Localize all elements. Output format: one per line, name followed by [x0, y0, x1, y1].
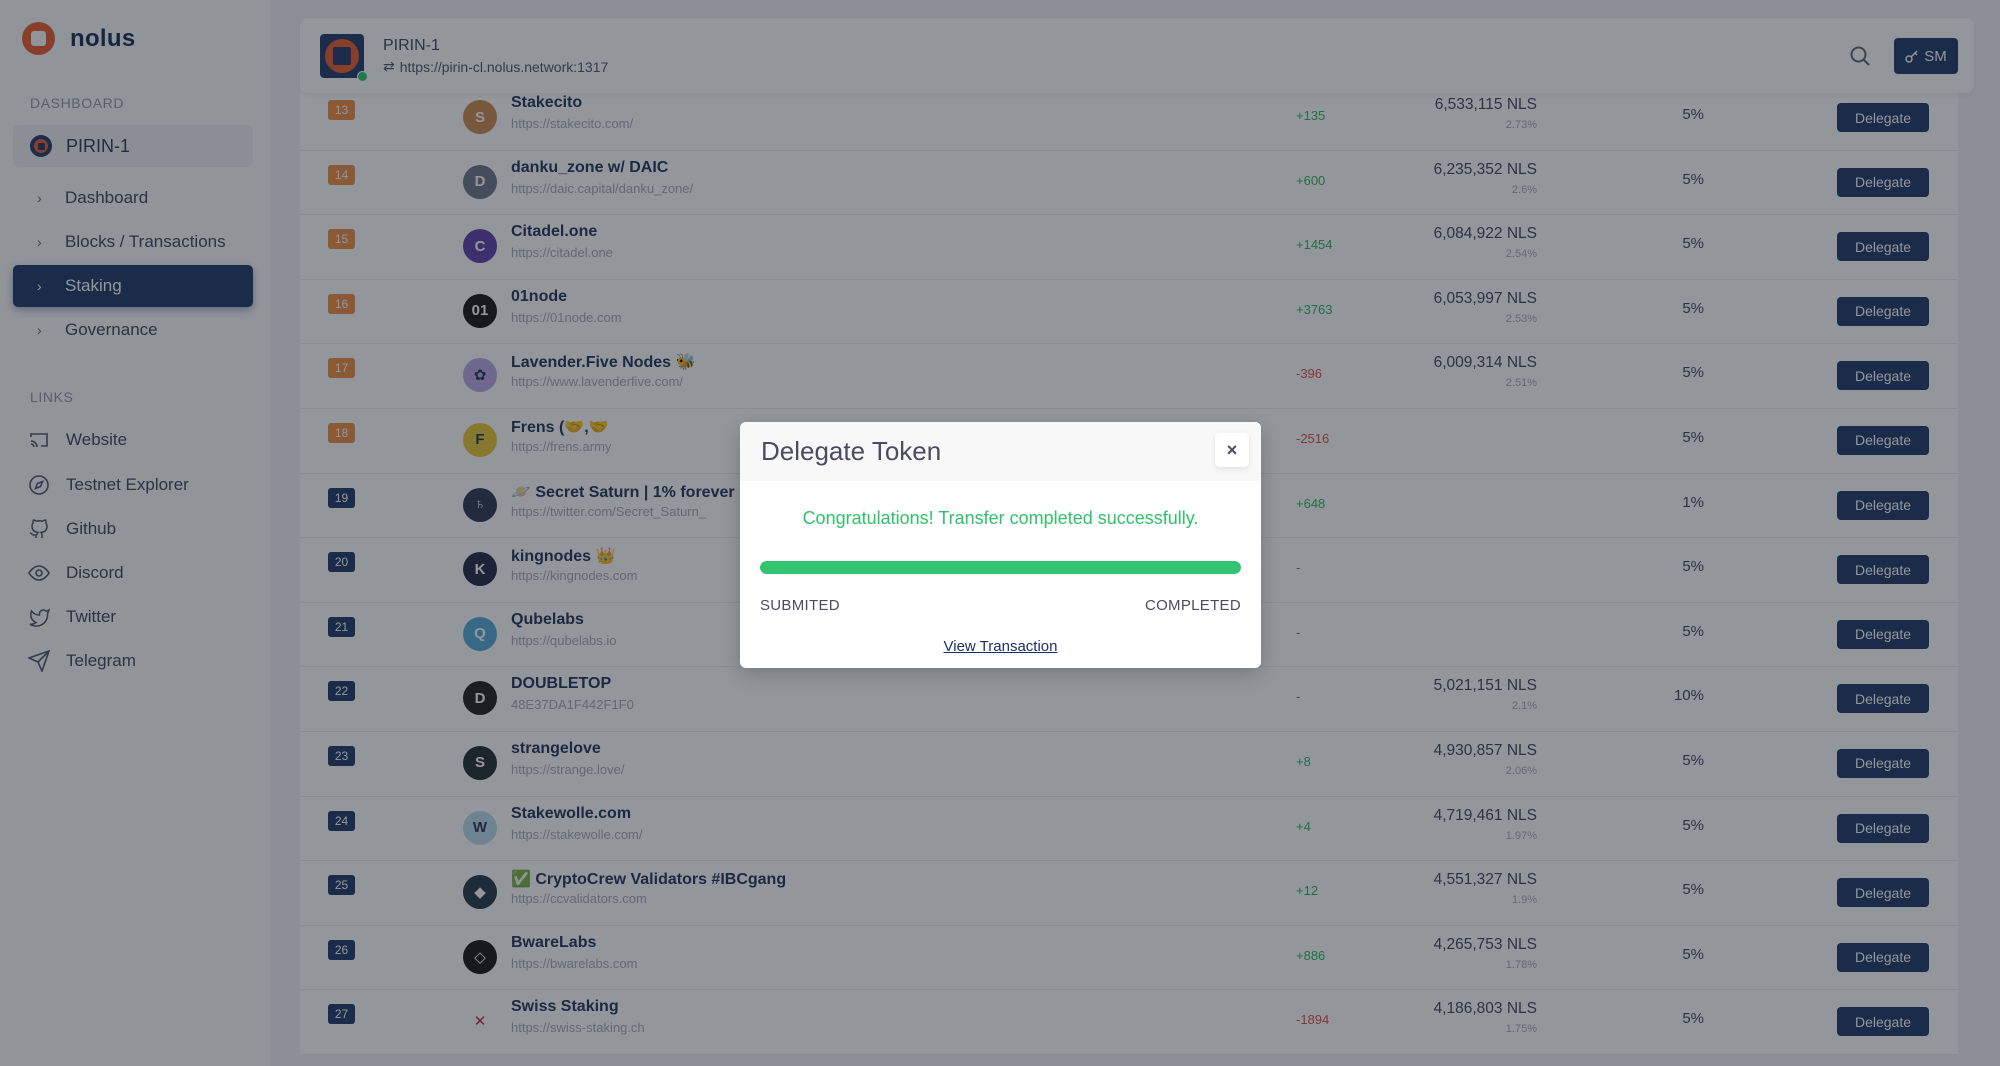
- step-completed: COMPLETED: [1144, 597, 1241, 614]
- view-transaction-link[interactable]: View Transaction: [740, 638, 1261, 655]
- step-submitted: SUBMITED: [760, 597, 840, 614]
- delegate-token-modal: Delegate Token × Congratulations! Transf…: [740, 422, 1261, 668]
- modal-header: Delegate Token ×: [740, 422, 1261, 481]
- progress-fill: [760, 561, 1241, 574]
- modal-title: Delegate Token: [761, 436, 942, 466]
- success-message: Congratulations! Transfer completed succ…: [802, 508, 1199, 528]
- view-transaction-label: View Transaction: [943, 638, 1058, 655]
- progress-bar: [760, 561, 1241, 574]
- close-button[interactable]: ×: [1215, 433, 1249, 467]
